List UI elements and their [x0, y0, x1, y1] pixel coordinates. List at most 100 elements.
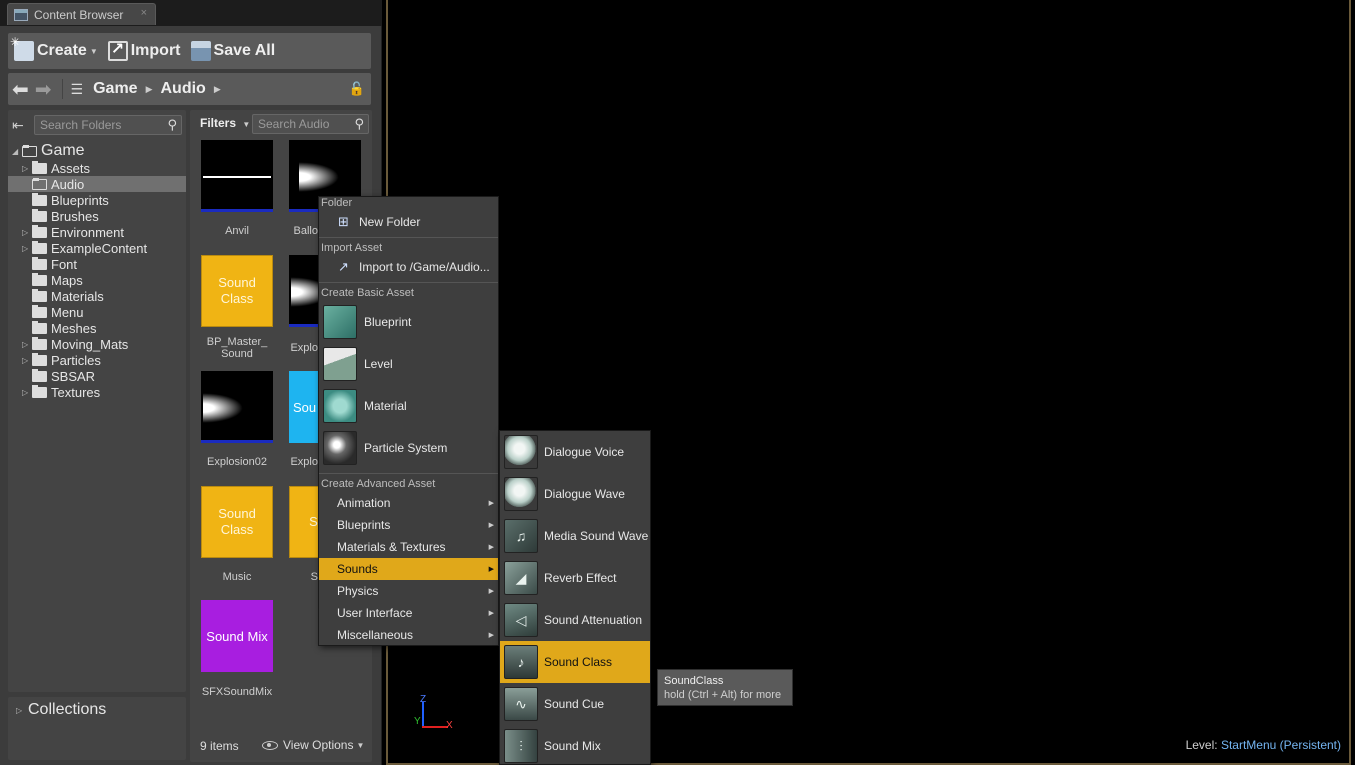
folder-item[interactable]: ▷ ExampleContent	[8, 240, 186, 256]
tile-text: Sou	[293, 399, 317, 415]
folder-tree-header: ⇤ Search Folders ⚲	[12, 114, 182, 136]
menu-item-sounds[interactable]: Sounds ▶	[319, 558, 498, 580]
asset-tile-explosion02[interactable]	[201, 371, 273, 443]
toggle-sources-icon[interactable]: ⇤	[12, 117, 34, 134]
collections-label: Collections	[28, 701, 107, 718]
back-arrow-icon[interactable]: ⬅	[12, 77, 29, 102]
lock-icon[interactable]: 🔓	[349, 81, 365, 97]
chevron-down-icon: ▼	[89, 46, 98, 56]
folder-item[interactable]: Maps	[8, 272, 186, 288]
submenu-arrow-icon: ▶	[488, 588, 494, 595]
submenu-item-dialogue-wave[interactable]: Dialogue Wave	[500, 473, 650, 515]
menu-item-miscellaneous[interactable]: Miscellaneous ▶	[319, 624, 498, 646]
folder-label: Particles	[51, 352, 101, 368]
expand-arrow-icon[interactable]: ▷	[22, 228, 28, 237]
menu-item-animation[interactable]: Animation ▶	[319, 492, 498, 514]
search-folders-input[interactable]: Search Folders ⚲	[34, 115, 182, 135]
folder-label: Audio	[51, 176, 85, 192]
folder-item[interactable]: SBSAR	[8, 368, 186, 384]
tile-text: Sound Class	[218, 506, 256, 537]
folder-item[interactable]: Meshes	[8, 320, 186, 336]
expand-arrow-icon[interactable]: ▷	[22, 356, 28, 365]
menu-item-level[interactable]: Level	[319, 344, 498, 384]
asset-tile-music[interactable]: Sound Class	[201, 486, 273, 558]
expand-arrow-icon[interactable]: ▷	[22, 244, 28, 253]
folder-label: Materials	[51, 288, 104, 304]
folder-label: Brushes	[51, 208, 99, 224]
submenu-item-sound-mix[interactable]: ⫶ Sound Mix	[500, 725, 650, 765]
import-icon: ↗	[338, 259, 349, 274]
submenu-item-media-sound-wave[interactable]: ♫ Media Sound Wave	[500, 515, 650, 557]
breadcrumb-arrow-icon[interactable]: ▶	[214, 84, 221, 95]
menu-item-physics[interactable]: Physics ▶	[319, 580, 498, 602]
menu-item-materials-textures[interactable]: Materials & Textures ▶	[319, 536, 498, 558]
menu-item-new-folder[interactable]: ⊞ New Folder	[319, 212, 498, 232]
collections-panel[interactable]: ▷ Collections	[8, 697, 186, 760]
save-all-button[interactable]: Save All	[190, 41, 275, 61]
close-icon[interactable]: ×	[141, 7, 147, 19]
submenu-item-reverb-effect[interactable]: ◢ Reverb Effect	[500, 557, 650, 599]
expand-arrow-icon[interactable]: ▷	[16, 706, 22, 715]
folder-item[interactable]: ▷ Particles	[8, 352, 186, 368]
view-options-button[interactable]: View Options ▼	[262, 738, 364, 752]
menu-item-blueprint[interactable]: Blueprint	[319, 302, 498, 342]
tab-content-browser[interactable]: Content Browser ×	[7, 3, 156, 25]
folder-label: Meshes	[51, 320, 97, 336]
folder-item[interactable]: Brushes	[8, 208, 186, 224]
breadcrumb-arrow-icon[interactable]: ▶	[146, 84, 153, 95]
breadcrumb-audio[interactable]: Audio	[160, 80, 205, 98]
asset-label: Explo	[290, 456, 318, 468]
expand-arrow-icon[interactable]: ▷	[22, 388, 28, 397]
folder-item[interactable]: Materials	[8, 288, 186, 304]
expand-arrow-icon[interactable]: ▷	[22, 340, 28, 349]
path-list-icon[interactable]: ☰	[71, 81, 84, 98]
menu-item-label: Import to /Game/Audio...	[359, 260, 490, 274]
folder-label: SBSAR	[51, 368, 96, 384]
import-button[interactable]: Import	[107, 39, 181, 61]
axis-x-line	[422, 726, 448, 728]
menu-item-blueprints[interactable]: Blueprints ▶	[319, 514, 498, 536]
folder-item[interactable]: Menu	[8, 304, 186, 320]
asset-tile-anvil[interactable]	[201, 140, 273, 212]
filters-button[interactable]: Filters ▼	[200, 116, 250, 130]
menu-item-particle-system[interactable]: Particle System	[319, 428, 498, 468]
folder-label: Font	[51, 256, 78, 272]
menu-item-label: Dialogue Voice	[544, 445, 625, 459]
folder-item[interactable]: Font	[8, 256, 186, 272]
expand-arrow-icon[interactable]: ▷	[22, 164, 28, 173]
menu-item-user-interface[interactable]: User Interface ▶	[319, 602, 498, 624]
search-audio-input[interactable]: Search Audio ⚲	[252, 114, 369, 134]
asset-label: Ballo	[293, 225, 318, 237]
folder-icon	[32, 208, 47, 222]
collapse-arrow-icon[interactable]: ◢	[12, 147, 18, 156]
submenu-item-sound-cue[interactable]: ∿ Sound Cue	[500, 683, 650, 725]
menu-item-label: Physics	[337, 584, 379, 598]
folder-item[interactable]: ▷ Assets	[8, 160, 186, 176]
menu-item-import-to[interactable]: ↗ Import to /Game/Audio...	[319, 257, 498, 277]
menu-item-label: Sound Attenuation	[544, 613, 643, 627]
folder-item[interactable]: ▷ Environment	[8, 224, 186, 240]
folder-icon	[32, 304, 47, 318]
menu-item-label: Sound Mix	[544, 739, 601, 753]
menu-item-material[interactable]: Material	[319, 386, 498, 426]
menu-item-label: Miscellaneous	[337, 628, 414, 642]
folder-item[interactable]: Audio	[8, 176, 186, 192]
submenu-item-dialogue-voice[interactable]: Dialogue Voice	[500, 431, 650, 473]
forward-arrow-icon[interactable]: ➡	[35, 77, 52, 102]
toolbar: Create ▼ Import Save All	[8, 33, 371, 69]
submenu-item-sound-class[interactable]: ♪ Sound Class	[500, 641, 650, 683]
folder-item[interactable]: ▷ Moving_Mats	[8, 336, 186, 352]
create-button[interactable]: Create ▼	[10, 35, 98, 61]
tab-bar: Content Browser ×	[0, 0, 382, 26]
folder-root-game[interactable]: ◢ Game	[8, 142, 186, 160]
breadcrumb-game[interactable]: Game	[93, 80, 137, 98]
folder-icon	[32, 256, 47, 270]
asset-tile-sfxsoundmix[interactable]: Sound Mix	[201, 600, 273, 672]
folder-item[interactable]: Blueprints	[8, 192, 186, 208]
folder-item[interactable]: ▷ Textures	[8, 384, 186, 400]
asset-tile-bp-master-sound[interactable]: Sound Class	[201, 255, 273, 327]
submenu-item-sound-attenuation[interactable]: ◁ Sound Attenuation	[500, 599, 650, 641]
section-header-folder: Folder	[321, 197, 353, 209]
search-icon: ⚲	[354, 116, 364, 131]
nav-divider	[61, 79, 63, 99]
